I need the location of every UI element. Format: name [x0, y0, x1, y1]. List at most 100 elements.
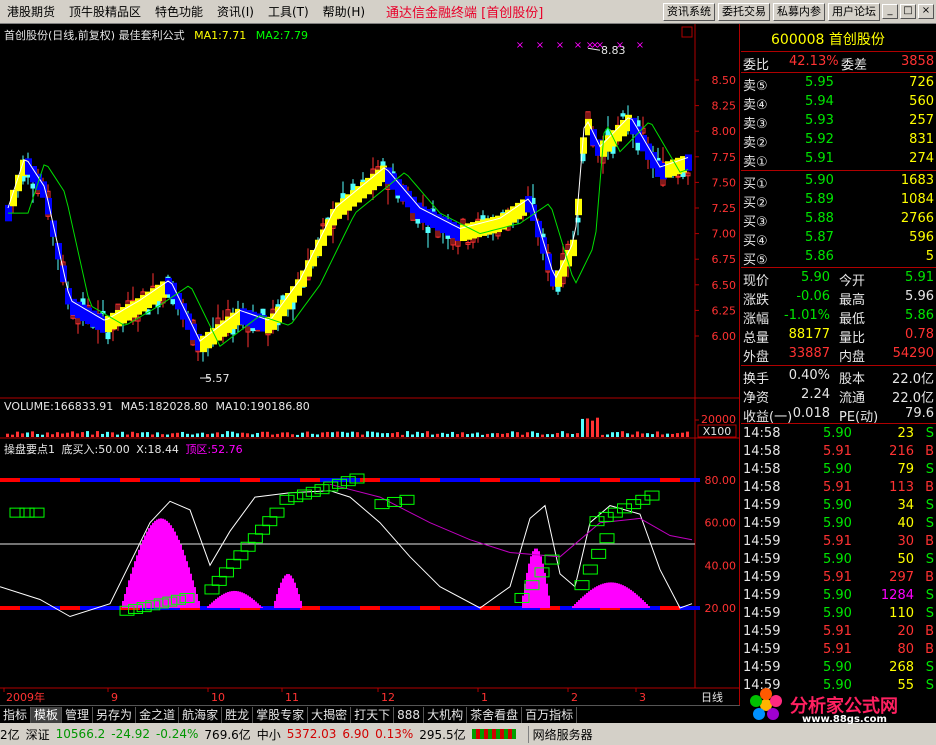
tab-item[interactable]: 掌股专家: [253, 706, 309, 723]
indicator-histogram-bar: [249, 596, 251, 608]
indicator-histogram-bar: [648, 605, 650, 608]
indicator-histogram-bar: [292, 578, 294, 608]
volume-bar: [396, 432, 399, 437]
volume-bar: [386, 433, 389, 437]
buy-volume: 2766: [900, 211, 934, 226]
indicator-histogram-bar: [630, 589, 632, 608]
y-tick-label: 8.25: [712, 100, 737, 113]
volume-bar: [136, 433, 139, 437]
level-band-segment: [620, 478, 640, 482]
tab-item[interactable]: 管理: [62, 706, 94, 723]
stat-value: 88177: [788, 327, 830, 342]
maximize-icon[interactable]: □: [900, 4, 916, 19]
indicator-histogram-bar: [636, 594, 638, 608]
tab-item[interactable]: 大揭密: [308, 706, 352, 723]
indicator-histogram-bar: [590, 589, 592, 608]
kline-chart[interactable]: 8.50 8.25 8.00 7.75 7.50 7.25 7.00 6.75 6.50 6.25…: [0, 24, 740, 705]
signal-band-block: [45, 197, 52, 215]
volume-bar: [661, 434, 664, 437]
level-band-segment: [0, 478, 20, 482]
sell-label: 卖③: [743, 117, 768, 132]
weicha-value: 3858: [901, 54, 935, 69]
volume-bar: [206, 434, 209, 437]
indicator-histogram-bar: [284, 575, 286, 608]
tab-item[interactable]: 金之道: [136, 706, 180, 723]
chart-area[interactable]: 8.50 8.25 8.00 7.75 7.50 7.25 7.00 6.75 6.50 6.25…: [0, 24, 740, 705]
close-icon[interactable]: ×: [918, 4, 934, 19]
tab-item[interactable]: 指标: [0, 706, 32, 723]
indicator-histogram-bar: [616, 583, 618, 608]
buy-label: 买④: [743, 234, 768, 249]
candle-body: [620, 113, 626, 117]
tick-direction: S: [925, 462, 934, 477]
indicator-histogram-bar: [142, 539, 144, 608]
tab-item[interactable]: 茶舍看盘: [467, 706, 523, 723]
trade-button[interactable]: 委托交易: [718, 2, 770, 21]
buy-label: 买②: [743, 196, 768, 211]
tick-price: 5.90: [823, 552, 852, 567]
tab-item[interactable]: 百万指标: [522, 706, 578, 723]
indicator-histogram-bar: [600, 584, 602, 608]
indicator-histogram-bar: [586, 592, 588, 608]
indicator-tick-label: 60.00: [705, 517, 737, 530]
fin-value: 0.40%: [788, 368, 830, 383]
menu-tools[interactable]: 工具(T): [261, 0, 316, 24]
indicator-histogram-bar: [608, 582, 610, 608]
menu-info[interactable]: 资讯(I): [210, 0, 261, 24]
forum-button[interactable]: 用户论坛: [828, 2, 880, 21]
menu-help[interactable]: 帮助(H): [316, 0, 372, 24]
indicator-histogram-bar: [154, 520, 156, 608]
volume-bar: [101, 433, 104, 437]
status-prefix: 2亿: [0, 727, 20, 742]
sell-label: 卖④: [743, 98, 768, 113]
volume-bar: [486, 433, 489, 437]
indicator-histogram-bar: [168, 522, 170, 608]
indicator-histogram-bar: [227, 592, 229, 608]
tab-item[interactable]: 大机构: [424, 706, 468, 723]
indicator-tick-label: 20.00: [705, 602, 737, 615]
menu-features[interactable]: 特色功能: [148, 0, 210, 24]
tick-price: 5.90: [823, 462, 852, 477]
stat-value: 33887: [788, 346, 830, 361]
tab-item[interactable]: 航海家: [179, 706, 223, 723]
private-fund-button[interactable]: 私募内参: [773, 2, 825, 21]
indicator-top: 顶区:52.76: [185, 443, 243, 456]
indicator-histogram-bar: [592, 588, 594, 608]
indicator-histogram-bar: [646, 603, 648, 608]
volume-bar: [541, 434, 544, 437]
info-system-button[interactable]: 资讯系统: [663, 2, 715, 21]
fin-label: 流通: [839, 391, 866, 406]
level-band-segment: [300, 606, 320, 610]
indicator-histogram-bar: [132, 567, 134, 608]
server-status[interactable]: 网络服务器: [527, 725, 593, 743]
tab-item[interactable]: 另存为: [93, 706, 137, 723]
indicator-histogram-bar: [540, 556, 542, 608]
tick-time: 14:58: [743, 462, 781, 477]
volume-bar: [236, 433, 239, 437]
volume-bar: [426, 431, 429, 437]
level-band-segment: [0, 606, 20, 610]
volume-bar: [141, 432, 144, 437]
minimize-icon[interactable]: _: [882, 4, 898, 19]
tab-item[interactable]: 模板: [31, 706, 63, 723]
volume-bar: [401, 434, 404, 437]
volume-bar: [271, 434, 274, 437]
menu-top-stocks[interactable]: 顶牛股精品区: [62, 0, 148, 24]
volume-bar: [296, 434, 299, 437]
signal-ladder-box: [218, 567, 234, 578]
volume-bar: [66, 432, 69, 437]
tab-item[interactable]: 打天下: [351, 706, 395, 723]
tick-volume: 110: [889, 606, 914, 621]
tick-direction: B: [925, 642, 934, 657]
indicator-histogram-bar: [247, 595, 249, 608]
tick-price: 5.90: [823, 516, 852, 531]
tick-volume: 30: [897, 534, 914, 549]
volume-bar: [511, 431, 514, 437]
indicator-histogram-bar: [130, 573, 132, 608]
tab-item[interactable]: 888: [394, 706, 425, 723]
tab-item[interactable]: 胜龙: [222, 706, 254, 723]
menu-hk-futures[interactable]: 港股期货: [0, 0, 62, 24]
indicator-histogram-bar: [211, 602, 213, 608]
signal-x-marker: ×: [574, 40, 582, 51]
level-band-segment: [460, 478, 480, 482]
